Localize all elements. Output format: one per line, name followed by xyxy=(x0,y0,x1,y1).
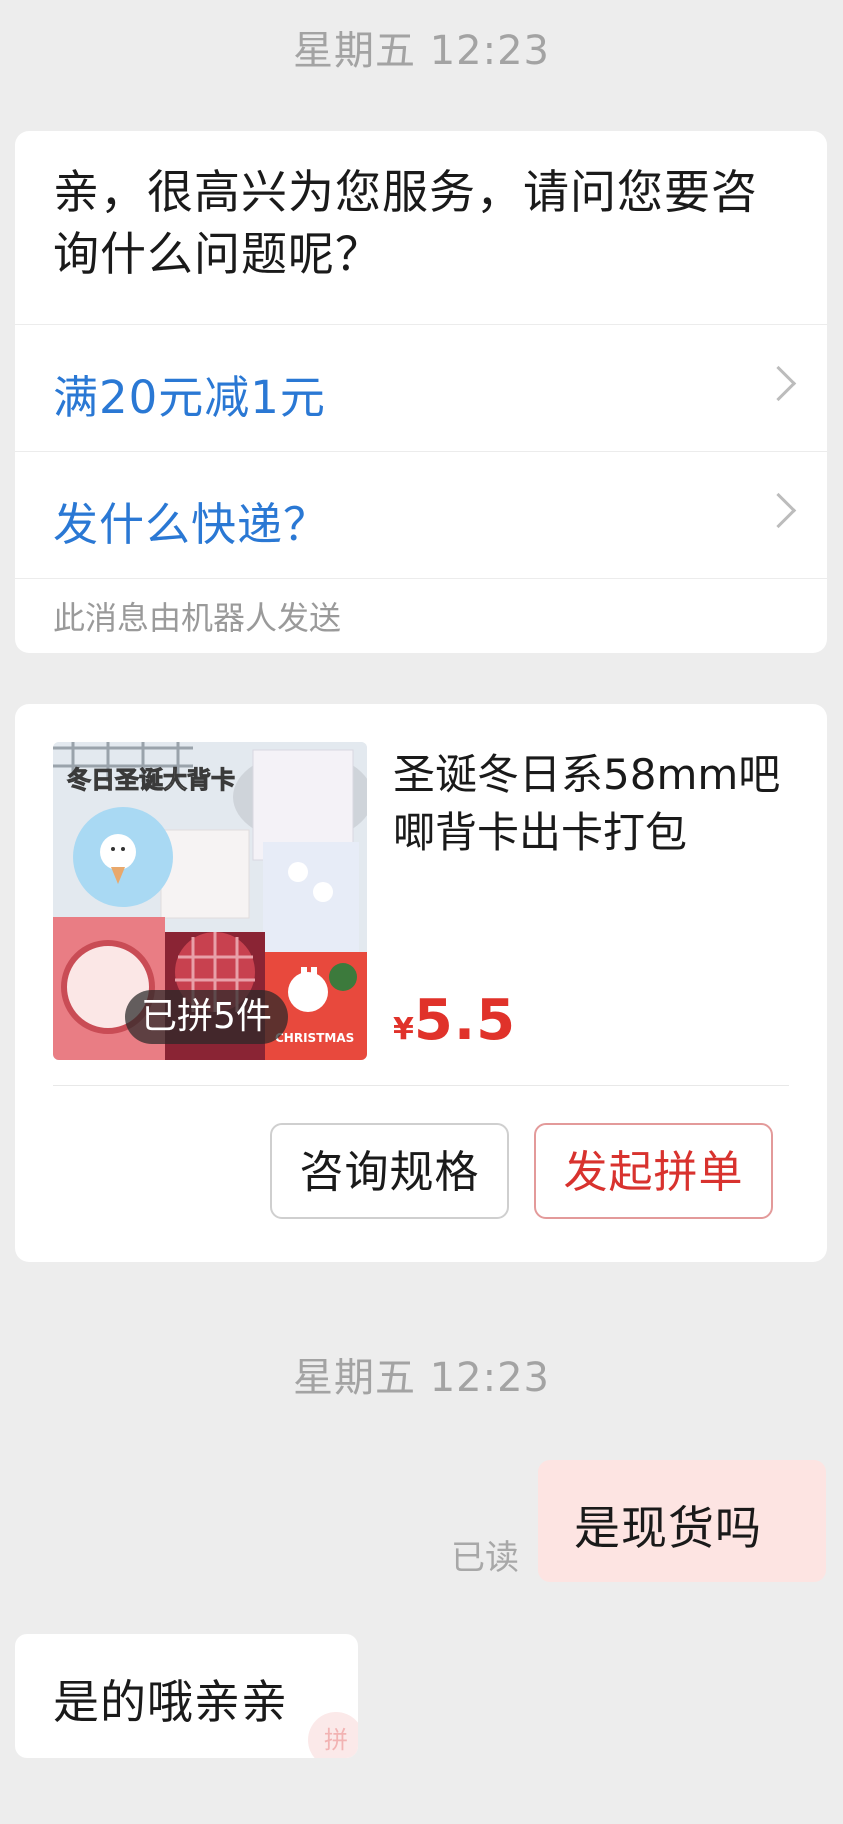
product-image[interactable]: 冬日圣诞大背卡 CHRISTMAS 已拼5件 xyxy=(53,742,367,1060)
price-currency: ¥ xyxy=(393,1012,414,1047)
timestamp: 星期五 12:23 xyxy=(293,1355,550,1401)
timestamp: 星期五 12:23 xyxy=(293,28,550,74)
quick-option-discount[interactable]: 满20元减1元 xyxy=(15,324,827,451)
group-count-badge: 已拼5件 xyxy=(125,990,288,1044)
quick-option-express[interactable]: 发什么快递？ xyxy=(15,451,827,578)
product-title[interactable]: 圣诞冬日系58mm吧唧背卡出卡打包 xyxy=(393,746,793,862)
price-value: 5.5 xyxy=(413,988,517,1053)
bot-question-card: 亲，很高兴为您服务，请问您要咨询什么问题呢？ 满20元减1元 发什么快递？ 此消… xyxy=(15,131,827,653)
sent-message-text: 是现货吗 xyxy=(574,1501,762,1555)
received-message-bubble[interactable]: 是的哦亲亲 拼 xyxy=(15,1634,358,1758)
robot-notice: 此消息由机器人发送 xyxy=(15,578,827,653)
chevron-right-icon xyxy=(760,365,797,402)
image-christmas-text: CHRISTMAS xyxy=(275,1031,354,1045)
robot-notice-text: 此消息由机器人发送 xyxy=(53,599,342,637)
bot-greeting-text: 亲，很高兴为您服务，请问您要咨询什么问题呢？ xyxy=(53,165,758,281)
product-price: ¥5.5 xyxy=(393,988,516,1053)
pin-seal-icon: 拼 xyxy=(308,1712,358,1758)
ask-spec-button[interactable]: 咨询规格 xyxy=(270,1123,509,1219)
image-caption: 冬日圣诞大背卡 xyxy=(67,766,235,794)
sent-message-bubble[interactable]: 是现货吗 xyxy=(538,1460,826,1582)
quick-option-label: 发什么快递？ xyxy=(53,498,330,551)
received-message-text: 是的哦亲亲 xyxy=(53,1675,288,1729)
chevron-right-icon xyxy=(760,492,797,529)
product-card[interactable]: 冬日圣诞大背卡 CHRISTMAS 已拼5件 圣诞冬日系58mm吧唧背卡出卡打包… xyxy=(15,704,827,1262)
quick-option-label: 满20元减1元 xyxy=(53,371,326,424)
start-group-buy-button[interactable]: 发起拼单 xyxy=(534,1123,773,1219)
read-status: 已读 xyxy=(451,1538,519,1578)
divider xyxy=(53,1085,789,1086)
